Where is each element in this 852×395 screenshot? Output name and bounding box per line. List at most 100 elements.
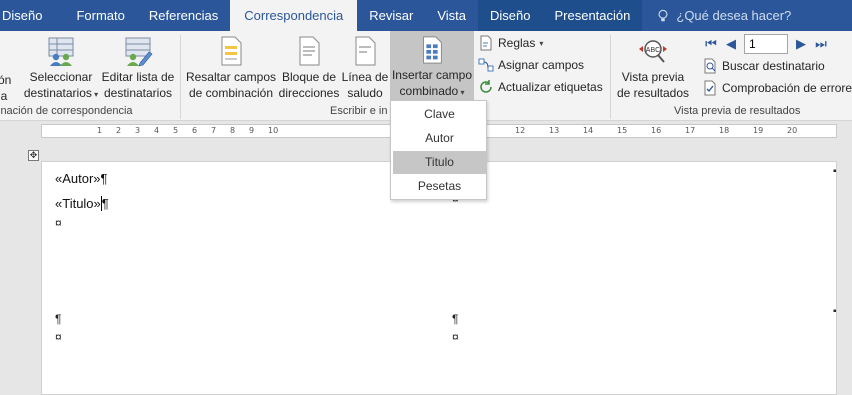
menu-item-pesetas[interactable]: Pesetas: [393, 175, 486, 198]
insert-field-label-2: combinado ▾: [400, 83, 465, 101]
cell-end-mark: ¤: [55, 330, 62, 344]
rules-label: Reglas: [498, 36, 536, 50]
record-number-input[interactable]: [744, 34, 788, 54]
row-end-mark: ▪: [833, 306, 837, 317]
chevron-down-icon: ▾: [458, 88, 465, 97]
check-errors-button[interactable]: Comprobación de errores: [702, 80, 852, 96]
cell-end-mark: ¤: [452, 330, 459, 344]
ruler-number: 16: [651, 126, 662, 135]
insert-field-label-1: Insertar campo: [391, 68, 473, 82]
ruler-number: 14: [583, 126, 594, 135]
rules-icon: [480, 35, 492, 51]
ruler-number: 13: [549, 126, 560, 135]
preview-results-label-1: Vista previa: [621, 70, 685, 84]
ruler-number: 9: [249, 126, 255, 135]
tab-formato[interactable]: Formato: [64, 0, 136, 31]
highlight-merge-fields-button[interactable]: Resaltar campos de combinación: [184, 31, 278, 101]
update-labels-button[interactable]: Actualizar etiquetas: [478, 79, 603, 95]
edit-list-label-1: Editar lista de: [101, 70, 175, 84]
check-errors-label: Comprobación de errores: [722, 81, 852, 95]
edit-list-icon: [125, 37, 153, 67]
preview-results-button[interactable]: ABC Vista previa de resultados: [614, 31, 692, 101]
ruler-number: 15: [617, 126, 628, 135]
address-block-label-1: Bloque de: [281, 70, 337, 84]
ruler-number: 8: [230, 126, 236, 135]
address-block-icon: [299, 36, 320, 66]
next-record-icon[interactable]: ▶: [794, 37, 808, 51]
insert-field-icon: [423, 36, 442, 64]
recipients-icon: [48, 37, 74, 66]
cell-end-mark: ¤: [55, 216, 62, 230]
start-merge-label-2: ia: [0, 89, 8, 103]
edit-list-label-2: destinatarios: [103, 86, 173, 100]
edit-recipient-list-button[interactable]: Editar lista de destinatarios: [100, 31, 176, 101]
tab-referencias[interactable]: Referencias: [137, 0, 230, 31]
insert-merge-field-button[interactable]: Insertar campo combinado ▾: [390, 31, 474, 101]
ruler-number: 7: [211, 126, 217, 135]
greeting-line-label-2: saludo: [347, 86, 383, 100]
preview-results-label-2: de resultados: [616, 86, 690, 100]
start-merge-label-1: ón: [0, 73, 12, 87]
pilcrow: ¶: [452, 312, 459, 326]
table-move-handle-icon[interactable]: ✥: [28, 150, 39, 161]
tab-table-diseno[interactable]: Diseño: [478, 0, 543, 31]
chevron-down-icon: ▾: [539, 38, 544, 48]
tab-diseno[interactable]: Diseño: [0, 0, 64, 31]
match-fields-label: Asignar campos: [498, 58, 585, 72]
ruler-number: 6: [192, 126, 198, 135]
row-end-mark: ▪: [833, 166, 837, 177]
match-fields-icon: [478, 58, 494, 72]
merge-field-title[interactable]: «Titulo»¶: [55, 196, 109, 211]
ruler-number: 3: [135, 126, 141, 135]
highlight-label-2: de combinación: [188, 86, 274, 100]
ruler-number: 12: [515, 126, 526, 135]
tab-vista[interactable]: Vista: [425, 0, 478, 31]
greeting-line-icon: [355, 36, 376, 66]
greeting-line-button[interactable]: Línea de saludo: [340, 31, 390, 101]
preview-group-label: Vista previa de resultados: [674, 105, 801, 117]
ruler-number: 20: [787, 126, 798, 135]
ribbon-tabs: Diseño Formato Referencias Correspondenc…: [0, 0, 852, 31]
tell-me-box[interactable]: ¿Qué desea hacer?: [642, 0, 791, 31]
svg-text:ABC: ABC: [646, 47, 660, 54]
tab-presentacion[interactable]: Presentación: [542, 0, 643, 31]
merge-field-author[interactable]: «Autor»¶: [55, 171, 108, 186]
select-recipients-button[interactable]: Seleccionar destinatarios ▾: [22, 31, 100, 103]
chevron-down-icon: ▾: [91, 90, 99, 99]
ruler-number: 4: [154, 126, 160, 135]
insert-field-text: combinado: [399, 84, 459, 98]
record-navigation: ⏮ ◀ ▶ ⏭: [704, 34, 828, 54]
rules-button[interactable]: Reglas ▾: [478, 35, 543, 51]
refresh-icon: [480, 80, 492, 93]
greeting-line-label-1: Línea de: [341, 70, 389, 84]
menu-item-clave[interactable]: Clave: [393, 103, 486, 126]
ruler-number: 19: [753, 126, 764, 135]
start-group-label: inación de correspondencia: [0, 105, 133, 117]
tab-revisar[interactable]: Revisar: [357, 0, 425, 31]
find-recipient-icon: [704, 58, 716, 74]
address-block-button[interactable]: Bloque de direcciones: [278, 31, 340, 101]
group-divider: [610, 35, 611, 119]
highlight-label-1: Resaltar campos: [185, 70, 277, 84]
tab-correspondencia[interactable]: Correspondencia: [230, 0, 358, 31]
preview-abc-icon: ABC: [639, 40, 667, 63]
merge-field-title-text: «Titulo»: [55, 196, 101, 211]
highlight-fields-icon: [221, 36, 242, 66]
menu-item-titulo[interactable]: Titulo: [393, 151, 486, 174]
last-record-icon[interactable]: ⏭: [814, 37, 828, 51]
select-recipients-text: destinatarios: [23, 86, 92, 100]
find-recipient-button[interactable]: Buscar destinatario: [702, 58, 825, 74]
ruler-number: 18: [719, 126, 730, 135]
pilcrow: ¶: [55, 312, 62, 326]
ruler-number: 17: [685, 126, 696, 135]
match-fields-button[interactable]: Asignar campos: [478, 57, 584, 73]
merge-field-dropdown: Clave Autor Titulo Pesetas: [390, 100, 487, 200]
previous-record-icon[interactable]: ◀: [724, 37, 738, 51]
select-recipients-label-1: Seleccionar: [29, 70, 93, 84]
start-merge-button[interactable]: ón ia: [0, 72, 18, 104]
ruler-number: 1: [97, 126, 103, 135]
ruler-number: 5: [173, 126, 179, 135]
menu-item-autor[interactable]: Autor: [393, 127, 486, 150]
check-errors-icon: [704, 80, 716, 96]
first-record-icon[interactable]: ⏮: [704, 37, 718, 51]
